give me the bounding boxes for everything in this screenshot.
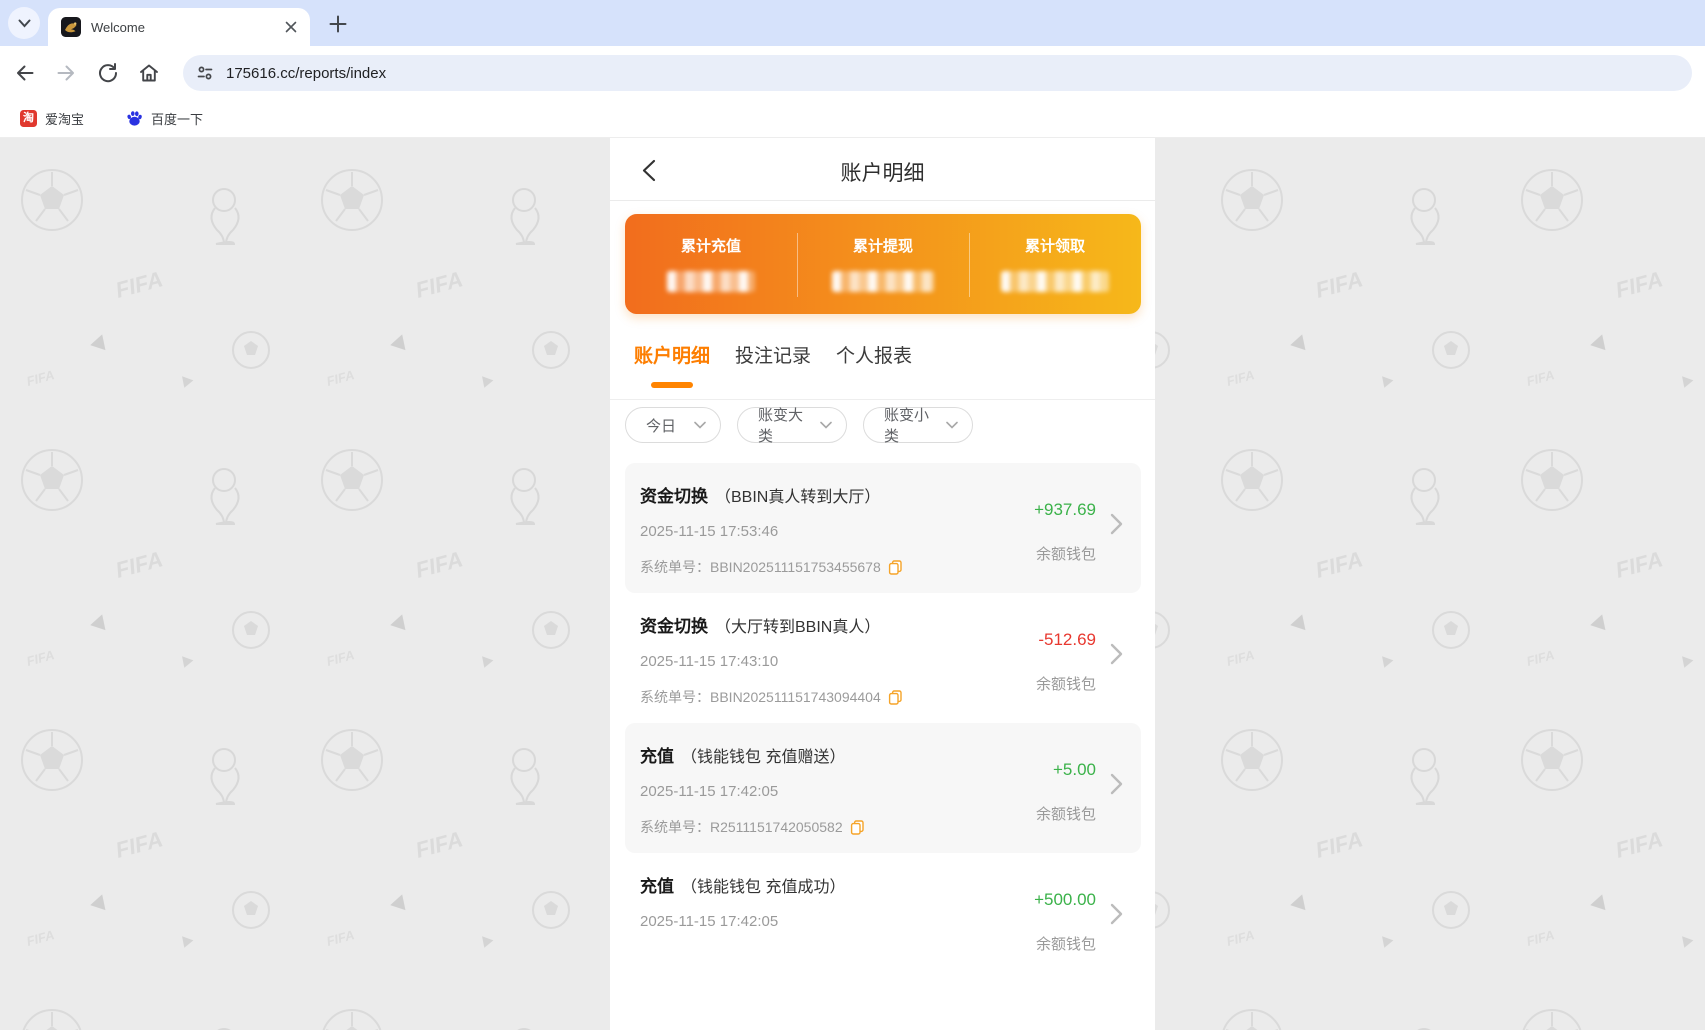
- report-tabs: 账户明细 投注记录 个人报表: [634, 343, 912, 371]
- filter-date-dropdown[interactable]: 今日: [625, 407, 721, 443]
- order-label: 系统单号：: [640, 817, 710, 837]
- account-detail-panel: 账户明细 累计充值 累计提现 累计领取 账户明细 投注记录 个人报表 今日: [610, 138, 1155, 1030]
- transaction-row[interactable]: 资金切换 （BBIN真人转到大厅） 2025-11-15 17:53:46 系统单…: [625, 463, 1141, 593]
- browser-tab-welcome[interactable]: Welcome: [48, 8, 310, 46]
- close-icon: [285, 21, 297, 33]
- filter-minor-type-dropdown[interactable]: 账变小类: [863, 407, 973, 443]
- transaction-type: 资金切换: [640, 487, 708, 506]
- transaction-row[interactable]: 资金切换 （大厅转到BBIN真人） 2025-11-15 17:43:10 系统单…: [625, 593, 1141, 723]
- chevron-down-icon: [694, 421, 706, 429]
- chevron-down-icon: [820, 421, 832, 429]
- filter-row: 今日 账变大类 账变小类: [625, 407, 973, 443]
- transaction-subtitle: （钱能钱包 充值成功）: [681, 879, 845, 896]
- reload-button[interactable]: [92, 57, 124, 89]
- browser-tab-strip: Welcome: [0, 0, 1705, 46]
- site-settings-icon[interactable]: [196, 64, 214, 82]
- transaction-type: 资金切换: [640, 617, 708, 636]
- order-number: BBIN202511151743094404: [710, 689, 881, 705]
- transaction-amount: +5.00: [1053, 760, 1096, 780]
- tabs-divider: [610, 399, 1155, 400]
- home-icon: [137, 61, 161, 85]
- chevron-down-icon: [18, 19, 31, 28]
- tab-personal-report[interactable]: 个人报表: [836, 343, 912, 371]
- baidu-paw-icon: [126, 110, 143, 127]
- back-button[interactable]: [9, 57, 41, 89]
- chevron-down-icon: [946, 421, 958, 429]
- copy-icon[interactable]: [888, 560, 903, 575]
- transaction-datetime: 2025-11-15 17:42:05: [640, 913, 778, 930]
- address-bar[interactable]: 175616.cc/reports/index: [183, 55, 1692, 91]
- new-tab-button[interactable]: [324, 10, 351, 37]
- site-favicon: [61, 17, 81, 37]
- masked-value: [1001, 271, 1109, 292]
- transaction-row[interactable]: 充值 （钱能钱包 充值赠送） 2025-11-15 17:42:05 系统单号：R…: [625, 723, 1141, 853]
- wallet-label: 余额钱包: [1036, 933, 1096, 954]
- chevron-right-icon: [1110, 513, 1123, 535]
- wallet-label: 余额钱包: [1036, 673, 1096, 694]
- transaction-type: 充值: [640, 877, 674, 896]
- transaction-list: 资金切换 （BBIN真人转到大厅） 2025-11-15 17:53:46 系统单…: [625, 463, 1141, 983]
- bookmark-baidu[interactable]: 百度一下: [120, 105, 209, 133]
- back-arrow-icon: [13, 61, 37, 85]
- masked-value: [832, 271, 934, 292]
- taobao-icon: 淘: [20, 110, 37, 127]
- order-label: 系统单号：: [640, 687, 710, 707]
- masked-value: [667, 271, 755, 292]
- bookmarks-bar: 淘 爱淘宝 百度一下: [0, 100, 1705, 138]
- bookmark-aitaobao[interactable]: 淘 爱淘宝: [14, 105, 90, 133]
- order-number: BBIN202511151753455678: [710, 559, 881, 575]
- order-label: 系统单号：: [640, 557, 710, 577]
- transaction-amount: +937.69: [1034, 500, 1096, 520]
- home-button[interactable]: [133, 57, 165, 89]
- tab-account-detail[interactable]: 账户明细: [634, 343, 710, 371]
- transaction-subtitle: （钱能钱包 充值赠送）: [681, 749, 845, 766]
- order-number: R2511151742050582: [710, 819, 843, 835]
- copy-icon[interactable]: [888, 690, 903, 705]
- transaction-subtitle: （BBIN真人转到大厅）: [715, 489, 880, 506]
- transaction-row[interactable]: 充值 （钱能钱包 充值成功） 2025-11-15 17:42:05 +500.0…: [625, 853, 1141, 983]
- chevron-right-icon: [1110, 643, 1123, 665]
- chevron-right-icon: [1110, 903, 1123, 925]
- transaction-amount: +500.00: [1034, 890, 1096, 910]
- tab-close-button[interactable]: [282, 18, 300, 36]
- transaction-datetime: 2025-11-15 17:53:46: [640, 523, 778, 540]
- summary-total-withdraw: 累计提现: [797, 214, 969, 314]
- transaction-subtitle: （大厅转到BBIN真人）: [715, 619, 880, 636]
- active-tab-underline: [651, 382, 693, 388]
- tab-search-button[interactable]: [8, 7, 40, 39]
- forward-arrow-icon: [54, 61, 78, 85]
- wallet-label: 余额钱包: [1036, 543, 1096, 564]
- transaction-datetime: 2025-11-15 17:43:10: [640, 653, 778, 670]
- filter-major-type-dropdown[interactable]: 账变大类: [737, 407, 847, 443]
- summary-card: 累计充值 累计提现 累计领取: [625, 214, 1141, 314]
- plus-icon: [329, 15, 347, 33]
- transaction-amount: -512.69: [1038, 630, 1096, 650]
- forward-button[interactable]: [50, 57, 82, 89]
- summary-total-claim: 累计领取: [969, 214, 1141, 314]
- transaction-datetime: 2025-11-15 17:42:05: [640, 783, 778, 800]
- chevron-right-icon: [1110, 773, 1123, 795]
- wallet-label: 余额钱包: [1036, 803, 1096, 824]
- page-title: 账户明细: [610, 157, 1155, 187]
- tab-title: Welcome: [91, 20, 282, 35]
- transaction-type: 充值: [640, 747, 674, 766]
- tab-bet-records[interactable]: 投注记录: [735, 343, 811, 371]
- header-divider: [610, 200, 1155, 201]
- summary-total-deposit: 累计充值: [625, 214, 797, 314]
- url-text: 175616.cc/reports/index: [226, 65, 386, 82]
- reload-icon: [96, 61, 120, 85]
- copy-icon[interactable]: [850, 820, 865, 835]
